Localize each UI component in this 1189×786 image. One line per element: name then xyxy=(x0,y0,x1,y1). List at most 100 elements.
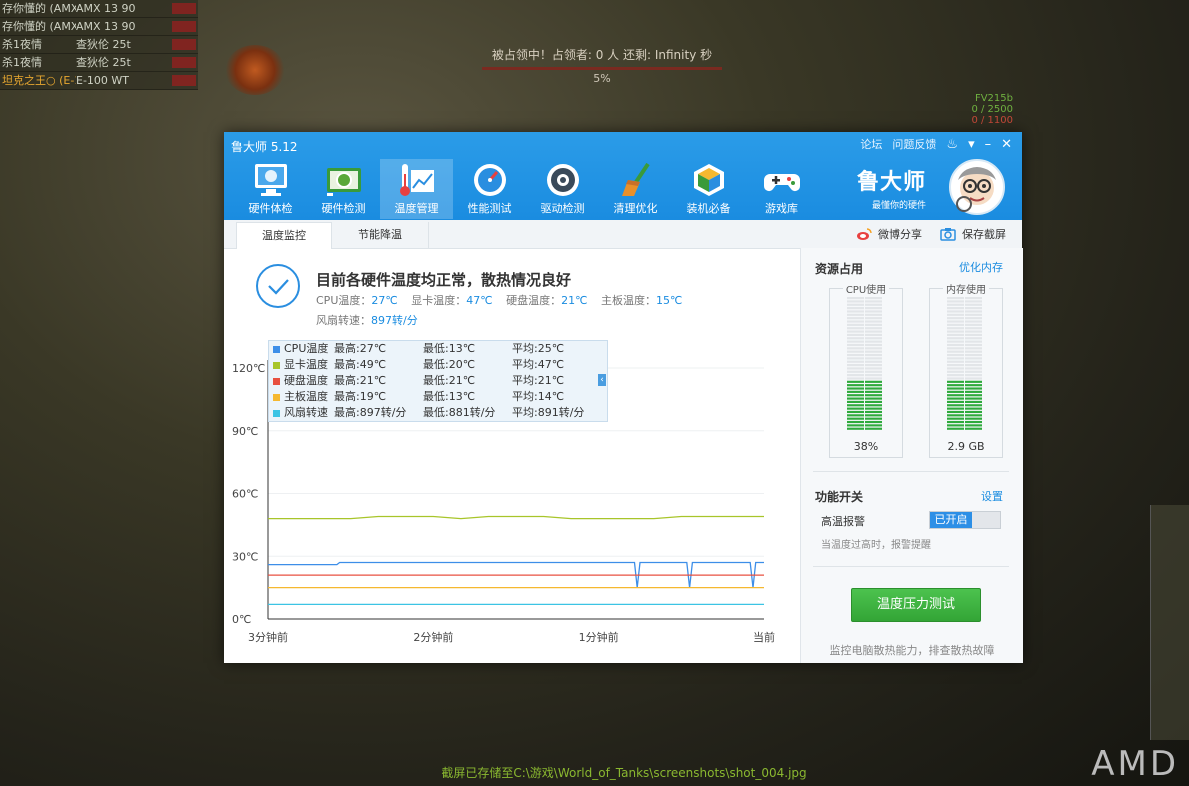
meter-cell xyxy=(965,387,982,390)
enemy-name: FV215b xyxy=(974,93,1013,104)
menu-icon[interactable]: ▾ xyxy=(968,137,975,152)
feedback-link[interactable]: 问题反馈 xyxy=(892,136,936,152)
close-icon[interactable]: ✕ xyxy=(1001,137,1012,152)
meter-cell xyxy=(847,353,864,357)
meter-cell xyxy=(847,404,864,407)
explosion-effect xyxy=(225,45,285,95)
meter-cell xyxy=(947,347,964,350)
meter-cell xyxy=(865,424,882,427)
meter-cell xyxy=(847,364,864,367)
capture-status: 被占领中！占领者: 0 人 还剩: Infinity 秒 5% xyxy=(482,46,722,85)
meter-cell xyxy=(847,414,864,417)
stress-test-button[interactable]: 温度压力测试 xyxy=(851,588,981,622)
optimize-memory-link[interactable]: 优化内存 xyxy=(959,259,1003,275)
meter-cell xyxy=(965,380,982,383)
meter-cell xyxy=(965,377,982,380)
nav-cleanup[interactable]: 清理优化 xyxy=(599,159,672,219)
nav-temperature[interactable]: 温度管理 xyxy=(380,159,453,219)
minimize-icon[interactable]: – xyxy=(985,137,992,152)
legend-name: 显卡温度 xyxy=(284,358,328,371)
meter-cell xyxy=(947,407,964,410)
legend-name: CPU温度 xyxy=(284,342,329,355)
meter-cell xyxy=(947,327,964,330)
meter-cell xyxy=(865,300,882,303)
meter-cell xyxy=(865,400,882,403)
tab-energy-saving[interactable]: 节能降温 xyxy=(332,222,429,248)
score-hp xyxy=(172,3,196,14)
legend-min: 最低:13℃ xyxy=(423,342,476,355)
meter-cell xyxy=(965,330,982,333)
nav-game-library[interactable]: 游戏库 xyxy=(745,159,818,219)
meter-cell xyxy=(947,424,964,427)
meter-cell xyxy=(865,370,882,373)
app-title: 鲁大师 5.12 xyxy=(231,140,298,154)
save-screenshot-button[interactable]: 保存截屏 xyxy=(940,226,1006,242)
meter-cell xyxy=(947,387,964,390)
meter-cell xyxy=(965,400,982,403)
enemy-hp: 0 / 2500 xyxy=(971,104,1013,115)
meter-cell xyxy=(847,317,864,320)
y-tick-label: 60℃ xyxy=(232,488,258,501)
sub-actions: 微博分享 保存截屏 xyxy=(838,220,1006,248)
gpu-card-icon xyxy=(326,168,361,196)
forum-link[interactable]: 论坛 xyxy=(860,136,882,152)
meter-cell xyxy=(847,343,864,347)
meter-cell xyxy=(965,410,982,414)
capture-bar xyxy=(482,67,722,70)
settings-link[interactable]: 设置 xyxy=(981,488,1003,504)
meter-cell xyxy=(865,420,882,424)
meter-cell xyxy=(947,330,964,333)
brand-slogan: 最懂你的硬件 xyxy=(871,201,926,211)
nav-performance[interactable]: 性能测试 xyxy=(453,159,526,219)
meter-cell xyxy=(865,367,882,370)
meter-cell xyxy=(947,394,964,397)
score-player: 坦克之王○ (E-10 xyxy=(2,74,76,87)
meter-cell xyxy=(947,367,964,370)
meter-cell xyxy=(965,310,982,313)
meter-cell xyxy=(847,397,864,400)
nav-hardware-detect[interactable]: 硬件检测 xyxy=(307,159,380,219)
temp-value: 15℃ xyxy=(655,294,683,307)
legend-collapse-icon[interactable]: ‹ xyxy=(598,374,606,386)
meter-cell xyxy=(965,347,982,350)
legend-avg: 平均:891转/分 xyxy=(512,406,585,419)
meter-cell xyxy=(847,313,864,316)
legend-row: 风扇转速 最高:897转/分 最低:881转/分 平均:891转/分 xyxy=(269,405,607,421)
alarm-toggle[interactable]: 已开启 xyxy=(929,511,1001,529)
nav-hardware-checkup[interactable]: 硬件体检 xyxy=(234,159,307,219)
tab-temperature-monitor[interactable]: 温度监控 xyxy=(236,222,332,249)
alarm-toggle-state: 已开启 xyxy=(930,512,972,528)
legend-name: 风扇转速 xyxy=(284,406,328,419)
meter-cell xyxy=(965,404,982,407)
temp-label: 硬盘温度： xyxy=(506,294,562,307)
legend-avg: 平均:47℃ xyxy=(512,358,565,371)
meter-cell xyxy=(865,343,882,347)
meter-cell xyxy=(965,364,982,367)
skin-icon[interactable]: ♨ xyxy=(946,137,958,152)
meter-cell xyxy=(947,303,964,306)
broom-icon xyxy=(621,162,650,196)
meter-cell xyxy=(847,377,864,380)
meter-cell xyxy=(947,317,964,320)
legend-name: 硬盘温度 xyxy=(284,374,328,387)
meter-cell xyxy=(865,350,882,353)
meter-cell xyxy=(965,367,982,370)
weibo-share-button[interactable]: 微博分享 xyxy=(856,226,922,242)
sub-tab-bar: 温度监控 节能降温 微博分享 保存截屏 xyxy=(224,220,1022,249)
nav-label: 清理优化 xyxy=(613,202,658,215)
legend-min: 最低:21℃ xyxy=(423,374,476,387)
nav-label: 驱动检测 xyxy=(540,202,585,215)
meter-cell xyxy=(965,414,982,417)
legend-avg: 平均:14℃ xyxy=(512,390,565,403)
meter-cell xyxy=(847,320,864,323)
score-player: 杀1夜情 xyxy=(2,56,42,69)
nav-essentials[interactable]: 装机必备 xyxy=(672,159,745,219)
divider xyxy=(813,471,1009,472)
package-cube-icon xyxy=(693,164,724,196)
meter-cell xyxy=(947,397,964,400)
score-tank: E-100 WT xyxy=(76,74,130,87)
nav-driver[interactable]: 驱动检测 xyxy=(526,159,599,219)
cpu-usage-label: CPU使用 xyxy=(842,285,890,296)
mascot-avatar-icon[interactable] xyxy=(948,158,1006,216)
meter-cell xyxy=(965,323,982,326)
